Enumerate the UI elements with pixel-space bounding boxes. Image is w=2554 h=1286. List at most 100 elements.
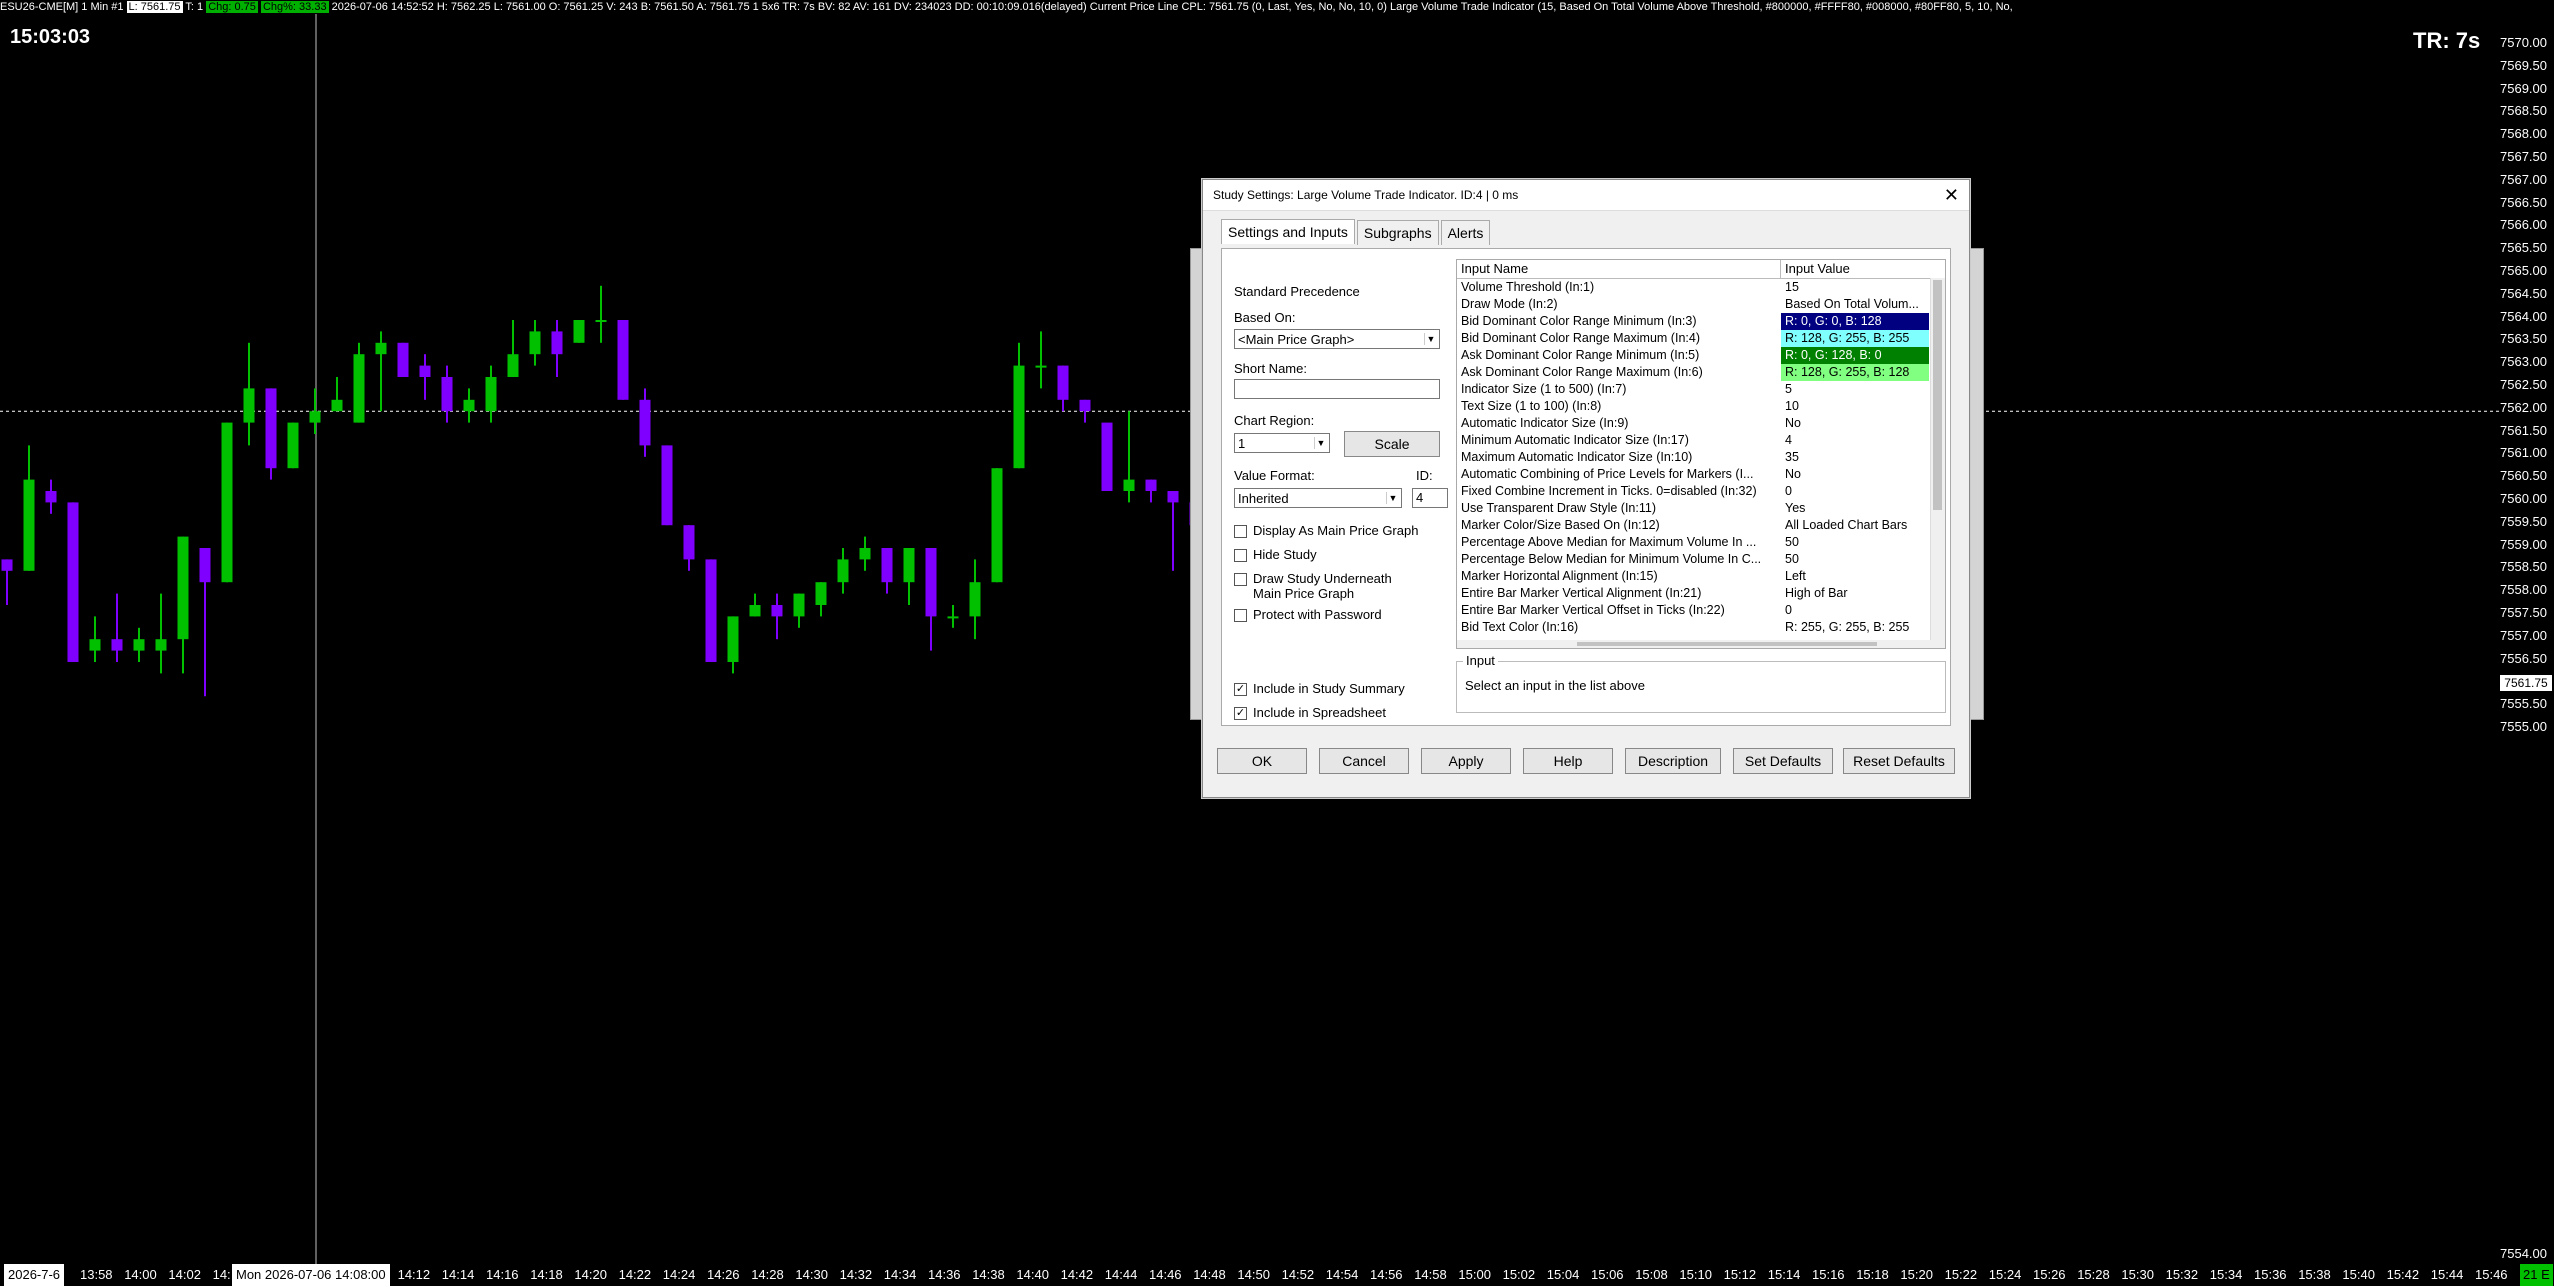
id-input[interactable]: 4 xyxy=(1412,488,1448,508)
input-name-cell[interactable]: Marker Color/Size Based On (In:12) xyxy=(1457,517,1781,534)
candle-body[interactable] xyxy=(705,559,717,662)
input-value-cell[interactable]: Yes xyxy=(1781,500,1929,517)
candle-body[interactable] xyxy=(155,639,167,651)
candle-body[interactable] xyxy=(727,616,739,662)
candle-body[interactable] xyxy=(1,559,13,571)
candle-body[interactable] xyxy=(947,616,959,619)
input-name-cell[interactable]: Bid Text Color (In:16) xyxy=(1457,619,1781,636)
time-axis[interactable]: 2026-7-6 Mon 2026-07-06 14:08:00 21 E 13… xyxy=(0,1264,2554,1286)
input-value-cell[interactable]: No xyxy=(1781,415,1929,432)
candle-body[interactable] xyxy=(991,468,1003,583)
candle-body[interactable] xyxy=(771,605,783,617)
candle-body[interactable] xyxy=(749,605,761,617)
apply-button[interactable]: Apply xyxy=(1421,748,1511,774)
dialog-titlebar[interactable]: Study Settings: Large Volume Trade Indic… xyxy=(1203,180,1969,211)
candle-body[interactable] xyxy=(265,388,277,469)
candle-body[interactable] xyxy=(617,320,629,400)
input-value-cell[interactable]: 10 xyxy=(1781,398,1929,415)
candle-body[interactable] xyxy=(45,491,57,503)
tab-alerts[interactable]: Alerts xyxy=(1440,220,1491,245)
candle-body[interactable] xyxy=(199,548,211,583)
input-row[interactable]: Percentage Below Median for Minimum Volu… xyxy=(1457,551,1945,568)
candle-body[interactable] xyxy=(23,479,35,571)
input-name-cell[interactable]: Entire Bar Marker Vertical Alignment (In… xyxy=(1457,585,1781,602)
candle-body[interactable] xyxy=(463,399,475,412)
input-value-cell[interactable]: Based On Total Volum... xyxy=(1781,296,1929,313)
study-settings-dialog[interactable]: Study Settings: Large Volume Trade Indic… xyxy=(1202,179,1970,798)
input-row[interactable]: Use Transparent Draw Style (In:11) Yes xyxy=(1457,500,1945,517)
input-value-cell[interactable]: 4 xyxy=(1781,432,1929,449)
candle-body[interactable] xyxy=(969,582,981,617)
candle-body[interactable] xyxy=(111,639,123,651)
input-value-cell[interactable]: 35 xyxy=(1781,449,1929,466)
input-name-column-header[interactable]: Input Name xyxy=(1457,260,1781,278)
input-row[interactable]: Volume Threshold (In:1) 15 xyxy=(1457,279,1945,296)
input-name-cell[interactable]: Ask Dominant Color Range Minimum (In:5) xyxy=(1457,347,1781,364)
candle-body[interactable] xyxy=(375,342,387,355)
candle-body[interactable] xyxy=(331,399,343,412)
short-name-input[interactable] xyxy=(1234,379,1440,399)
input-value-cell[interactable]: R: 0, G: 128, B: 0 xyxy=(1781,347,1929,364)
candle-body[interactable] xyxy=(793,593,805,617)
input-name-cell[interactable]: Marker Horizontal Alignment (In:15) xyxy=(1457,568,1781,585)
description-button[interactable]: Description xyxy=(1625,748,1721,774)
input-name-cell[interactable]: Percentage Below Median for Minimum Volu… xyxy=(1457,551,1781,568)
candle-body[interactable] xyxy=(529,331,541,355)
input-row[interactable]: Draw Mode (In:2) Based On Total Volum... xyxy=(1457,296,1945,313)
input-row[interactable]: Bid Text Color (In:16) R: 255, G: 255, B:… xyxy=(1457,619,1945,636)
input-name-cell[interactable]: Use Transparent Draw Style (In:11) xyxy=(1457,500,1781,517)
input-value-cell[interactable]: 50 xyxy=(1781,534,1929,551)
input-value-cell[interactable]: R: 128, G: 255, B: 128 xyxy=(1781,364,1929,381)
candle-body[interactable] xyxy=(661,445,673,526)
hide-study-checkbox[interactable]: Hide Study xyxy=(1234,547,1317,562)
candle-body[interactable] xyxy=(1101,422,1113,491)
input-value-cell[interactable]: No xyxy=(1781,466,1929,483)
input-row[interactable]: Entire Bar Marker Vertical Offset in Tic… xyxy=(1457,602,1945,619)
protect-with-password-checkbox[interactable]: Protect with Password xyxy=(1234,607,1382,622)
input-value-cell[interactable]: High of Bar xyxy=(1781,585,1929,602)
input-name-cell[interactable]: Draw Mode (In:2) xyxy=(1457,296,1781,313)
input-value-cell[interactable]: Left xyxy=(1781,568,1929,585)
input-row[interactable]: Bid Dominant Color Range Maximum (In:4) R… xyxy=(1457,330,1945,347)
input-name-cell[interactable]: Percentage Above Median for Maximum Volu… xyxy=(1457,534,1781,551)
candle-body[interactable] xyxy=(309,411,321,423)
input-name-cell[interactable]: Fixed Combine Increment in Ticks. 0=disa… xyxy=(1457,483,1781,500)
candle-body[interactable] xyxy=(353,354,365,423)
input-row[interactable]: Ask Dominant Color Range Maximum (In:6) R… xyxy=(1457,364,1945,381)
include-in-spreadsheet-checkbox[interactable]: ✓ Include in Spreadsheet xyxy=(1234,705,1386,720)
candle-body[interactable] xyxy=(903,548,915,583)
input-name-cell[interactable]: Bid Dominant Color Range Minimum (In:3) xyxy=(1457,313,1781,330)
display-as-main-price-graph-checkbox[interactable]: Display As Main Price Graph xyxy=(1234,523,1418,538)
candle-body[interactable] xyxy=(551,331,563,355)
input-row[interactable]: Ask Dominant Color Range Minimum (In:5) R… xyxy=(1457,347,1945,364)
candle-body[interactable] xyxy=(859,548,871,560)
candle-body[interactable] xyxy=(177,536,189,640)
draw-study-underneath-checkbox[interactable]: Draw Study Underneath Main Price Graph xyxy=(1234,571,1392,601)
candle-body[interactable] xyxy=(595,320,607,322)
input-value-cell[interactable]: 15 xyxy=(1781,279,1929,296)
reset-defaults-button[interactable]: Reset Defaults xyxy=(1843,748,1955,774)
candle-body[interactable] xyxy=(397,342,409,377)
input-value-cell[interactable]: R: 128, G: 255, B: 255 xyxy=(1781,330,1929,347)
vertical-scrollbar[interactable] xyxy=(1930,278,1945,648)
candle-body[interactable] xyxy=(881,548,893,583)
input-name-cell[interactable]: Indicator Size (1 to 500) (In:7) xyxy=(1457,381,1781,398)
candle-body[interactable] xyxy=(837,559,849,583)
scrollbar-thumb[interactable] xyxy=(1577,642,1877,646)
candle-body[interactable] xyxy=(815,582,827,605)
value-format-select[interactable]: Inherited ▼ xyxy=(1234,488,1402,508)
candle-body[interactable] xyxy=(1035,365,1047,368)
cancel-button[interactable]: Cancel xyxy=(1319,748,1409,774)
scale-button[interactable]: Scale xyxy=(1344,431,1440,457)
candle-body[interactable] xyxy=(925,548,937,617)
input-name-cell[interactable]: Entire Bar Marker Vertical Offset in Tic… xyxy=(1457,602,1781,619)
candle-body[interactable] xyxy=(485,377,497,412)
input-row[interactable]: Automatic Indicator Size (In:9) No xyxy=(1457,415,1945,432)
input-value-cell[interactable]: R: 0, G: 0, B: 128 xyxy=(1781,313,1929,330)
input-name-cell[interactable]: Minimum Automatic Indicator Size (In:17) xyxy=(1457,432,1781,449)
input-row[interactable]: Bid Dominant Color Range Minimum (In:3) R… xyxy=(1457,313,1945,330)
tab-subgraphs[interactable]: Subgraphs xyxy=(1356,220,1439,245)
input-value-cell[interactable]: R: 255, G: 255, B: 255 xyxy=(1781,619,1929,636)
candle-body[interactable] xyxy=(639,399,651,446)
input-row[interactable]: Indicator Size (1 to 500) (In:7) 5 xyxy=(1457,381,1945,398)
